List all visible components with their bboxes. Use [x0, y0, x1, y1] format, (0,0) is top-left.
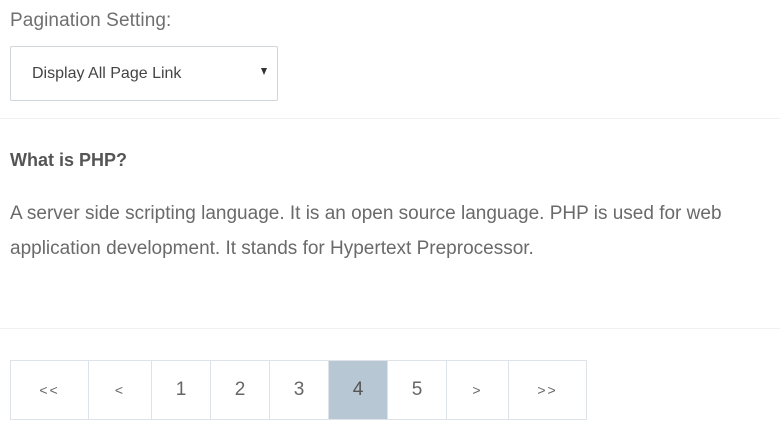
- prev-page-button[interactable]: <: [89, 361, 152, 419]
- pagination-setting-selected-value: Display All Page Link: [32, 64, 182, 82]
- faq-question: What is PHP?: [10, 150, 128, 170]
- next-page-button[interactable]: >: [447, 361, 509, 419]
- pagination: << < 1 2 3 4 5 > >>: [10, 360, 587, 420]
- divider-bottom: [0, 328, 780, 329]
- caret-down-icon: [261, 68, 267, 75]
- page-button-4[interactable]: 4: [329, 361, 388, 419]
- page-button-1[interactable]: 1: [152, 361, 211, 419]
- pagination-setting-label: Pagination Setting:: [10, 10, 172, 31]
- faq-answer: A server side scripting language. It is …: [10, 203, 722, 259]
- page-button-3[interactable]: 3: [270, 361, 329, 419]
- page-button-2[interactable]: 2: [211, 361, 270, 419]
- pagination-setting-select[interactable]: Display All Page Link: [10, 46, 278, 101]
- first-page-button[interactable]: <<: [11, 361, 89, 419]
- page-button-5[interactable]: 5: [388, 361, 447, 419]
- last-page-button[interactable]: >>: [509, 361, 586, 419]
- divider-top: [0, 118, 780, 119]
